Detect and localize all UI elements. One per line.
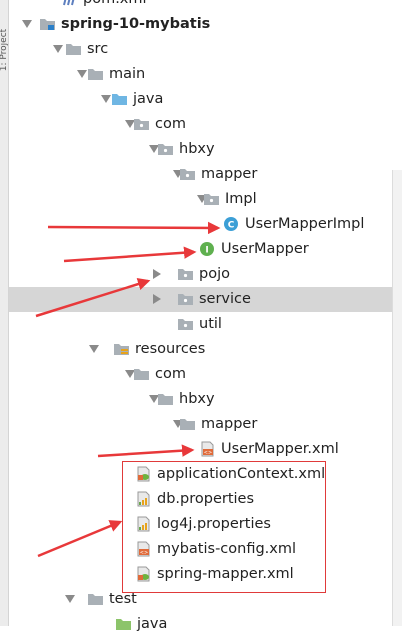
tree-row-label: com [155, 116, 186, 132]
expand-arrow-icon[interactable] [53, 45, 63, 53]
tree-row[interactable]: src [9, 37, 400, 62]
resources-folder-icon [113, 341, 130, 357]
collapse-arrow-icon[interactable] [153, 269, 161, 279]
tree-row-label: UserMapperImpl [245, 216, 365, 232]
tree-row[interactable]: main [9, 62, 400, 87]
tree-row-label: mapper [201, 416, 258, 432]
folder-icon [87, 66, 104, 82]
tree-row[interactable]: com [9, 112, 400, 137]
source-root-folder-icon [111, 91, 128, 107]
interface-icon: I [199, 241, 216, 257]
collapse-arrow-icon[interactable] [153, 294, 161, 304]
package-icon [203, 191, 220, 207]
vertical-scrollbar[interactable] [392, 170, 402, 626]
project-tool-window-strip[interactable]: 1: Project [0, 0, 9, 626]
expand-arrow-icon[interactable] [65, 595, 75, 603]
tree-row-label: pom.xml [83, 0, 147, 10]
tree-row-label: util [199, 316, 222, 332]
folder-icon [133, 366, 150, 382]
folder-icon [179, 416, 196, 432]
tree-row[interactable]: Impl [9, 187, 400, 212]
tree-row[interactable]: mapper [9, 412, 400, 437]
tree-row[interactable]: I UserMapper [9, 237, 400, 262]
svg-text:I: I [205, 246, 208, 256]
tree-row-label: resources [135, 341, 206, 357]
tree-row-label: java [133, 91, 164, 107]
tree-row-label: service [199, 291, 251, 307]
tree-row-label: spring-10-mybatis [61, 16, 211, 32]
package-icon [133, 116, 150, 132]
tree-row[interactable]: resources [9, 337, 400, 362]
tree-row[interactable]: <> UserMapper.xml [9, 437, 400, 462]
tree-row[interactable]: service [9, 287, 400, 312]
tree-row[interactable]: pom.xml [9, 0, 400, 12]
svg-text:<>: <> [204, 450, 212, 456]
tree-row[interactable]: hbxy [9, 387, 400, 412]
tree-row-label: UserMapper.xml [221, 441, 339, 457]
tree-row-label: hbxy [179, 141, 215, 157]
maven-file-icon [61, 0, 78, 7]
tree-row[interactable]: pojo [9, 262, 400, 287]
tree-row-label: mapper [201, 166, 258, 182]
tree-row-label: java [137, 616, 168, 632]
package-icon [177, 291, 194, 307]
tree-row-label: Impl [225, 191, 257, 207]
tree-row[interactable]: util [9, 312, 400, 337]
tree-row[interactable]: spring-10-mybatis [9, 12, 400, 37]
xml-file-icon: <> [199, 441, 216, 457]
tree-row[interactable]: C UserMapperImpl [9, 212, 400, 237]
tree-row-label: UserMapper [221, 241, 309, 257]
folder-icon [157, 391, 174, 407]
tree-row[interactable]: java [9, 612, 400, 637]
expand-arrow-icon[interactable] [22, 20, 32, 28]
tree-row-label: main [109, 66, 146, 82]
tree-row[interactable]: hbxy [9, 137, 400, 162]
tree-row-label: hbxy [179, 391, 215, 407]
tree-row[interactable]: com [9, 362, 400, 387]
package-icon [157, 141, 174, 157]
expand-arrow-icon[interactable] [77, 70, 87, 78]
expand-arrow-icon[interactable] [89, 345, 99, 353]
folder-icon [65, 41, 82, 57]
tree-row[interactable]: java [9, 87, 400, 112]
expand-arrow-icon[interactable] [101, 95, 111, 103]
tree-row-label: pojo [199, 266, 230, 282]
tree-row-label: src [87, 41, 109, 57]
package-icon [179, 166, 196, 182]
module-folder-icon [39, 16, 56, 32]
project-tab-label[interactable]: 1: Project [0, 14, 9, 86]
highlight-box [122, 461, 326, 593]
class-icon: C [223, 216, 240, 232]
test-root-folder-icon [115, 616, 132, 632]
svg-text:C: C [228, 221, 235, 231]
folder-icon [87, 591, 104, 607]
package-icon [177, 316, 194, 332]
tree-row[interactable]: mapper [9, 162, 400, 187]
package-icon [177, 266, 194, 282]
tree-row-label: com [155, 366, 186, 382]
